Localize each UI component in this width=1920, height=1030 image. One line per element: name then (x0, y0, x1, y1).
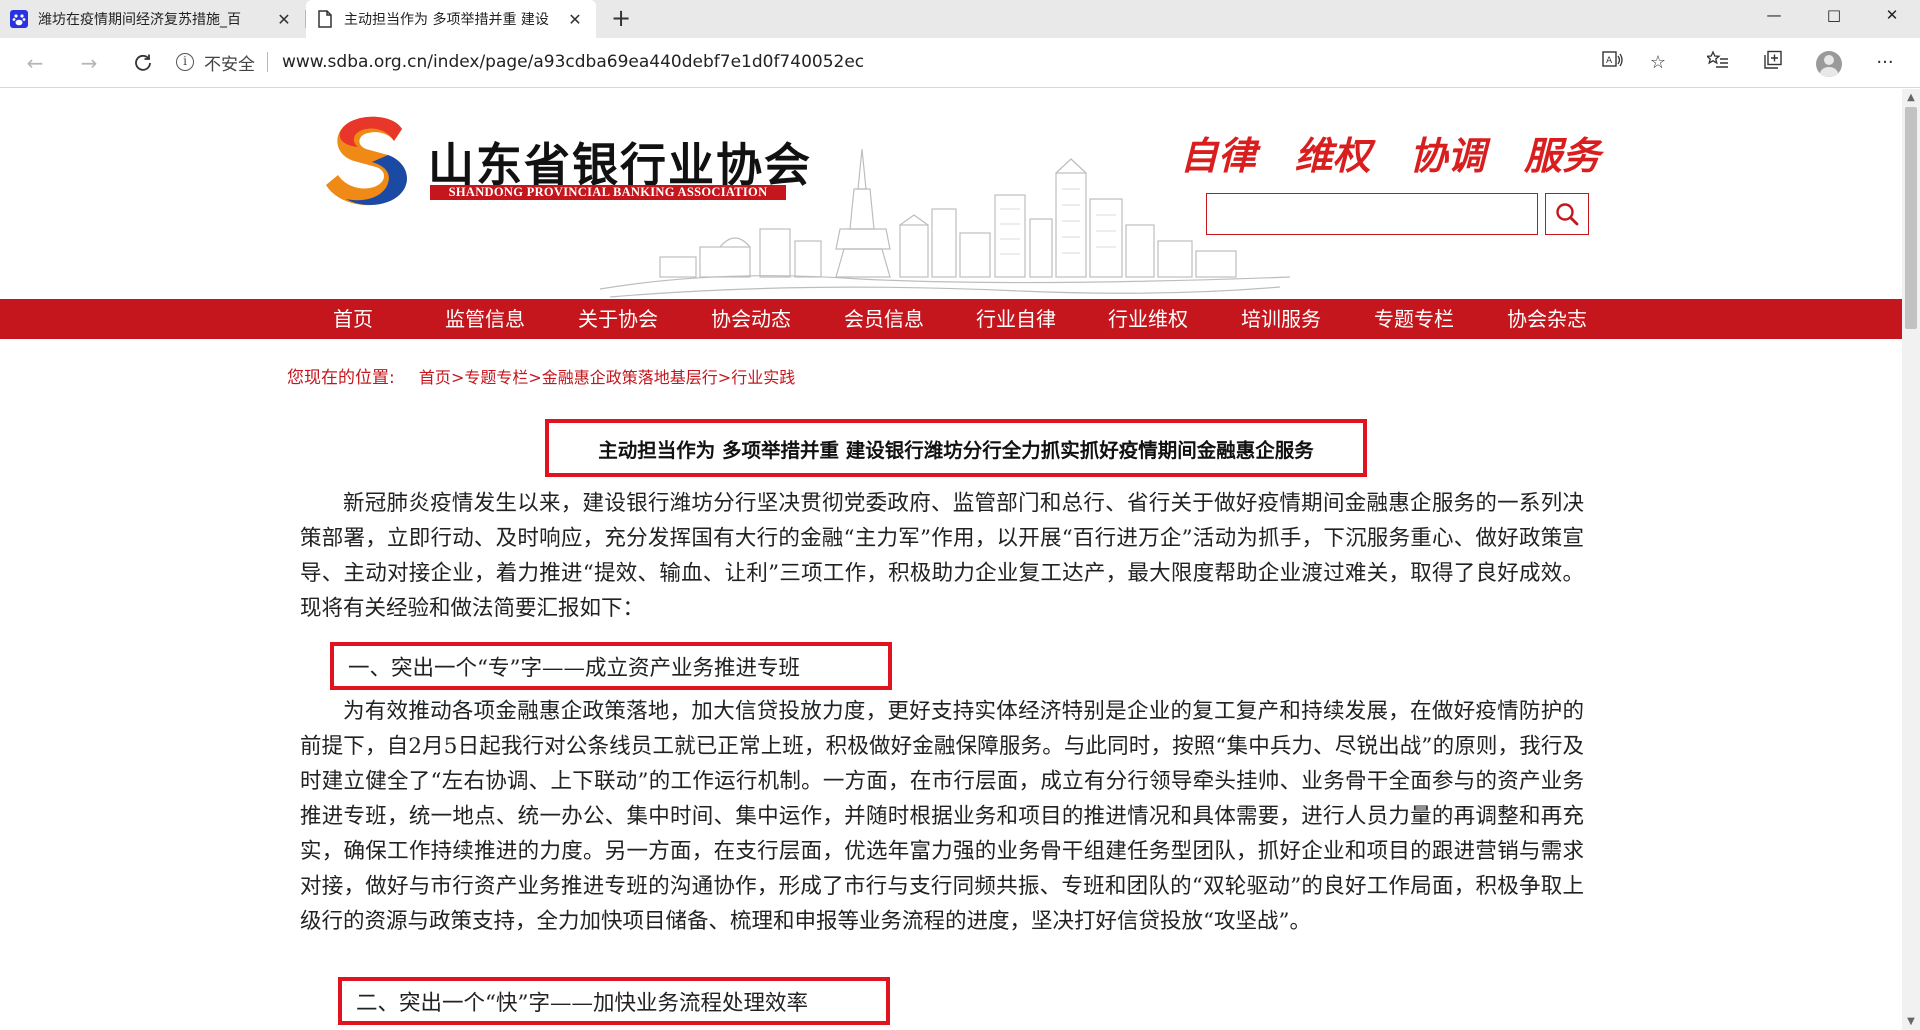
favorites-list-icon[interactable] (1705, 50, 1731, 76)
article-paragraph: 为有效推动各项金融惠企政策落地，加大信贷投放力度，更好支持实体经济特别是企业的复… (300, 699, 1584, 934)
refresh-icon[interactable] (126, 46, 160, 80)
nav-item-home[interactable]: 首页 (312, 299, 394, 339)
section-heading: 一、突出一个“专”字——成立资产业务推进专班 (330, 642, 892, 690)
slogan-word: 自律 (1180, 133, 1257, 178)
minimize-button[interactable]: — (1746, 0, 1802, 30)
read-aloud-icon[interactable]: A (1600, 50, 1626, 76)
breadcrumb: 您现在的位置: 首页>专题专栏>金融惠企政策落地基层行>行业实践 (287, 363, 795, 388)
search-icon (1556, 203, 1579, 226)
info-icon[interactable]: i (176, 53, 194, 71)
vertical-scrollbar[interactable]: ▲ ▼ (1902, 89, 1920, 1030)
breadcrumb-lead: 您现在的位置: (287, 368, 395, 388)
section-heading: 二、突出一个“快”字——加快业务流程处理效率 (338, 977, 890, 1025)
web-page: 山东省银行业协会 SHANDONG PROVINCIAL BANKING ASS… (0, 89, 1902, 1030)
association-logo[interactable] (324, 111, 414, 211)
tab-close-icon[interactable]: ✕ (564, 10, 586, 29)
breadcrumb-separator: > (717, 368, 732, 387)
breadcrumb-link-policy[interactable]: 金融惠企政策落地基层行 (542, 368, 718, 387)
divider (267, 52, 268, 72)
close-window-button[interactable]: ✕ (1864, 0, 1920, 30)
scroll-thumb[interactable] (1905, 107, 1917, 329)
maximize-button[interactable]: □ (1806, 0, 1862, 30)
address-bar: ← → i 不安全 www.sdba.org.cn/index/page/a93… (0, 38, 1920, 88)
forward-arrow-icon[interactable]: → (72, 46, 106, 80)
tab-strip: 潍坊在疫情期间经济复苏措施_百 ✕ 主动担当作为 多项举措并重 建设 ✕ + —… (0, 0, 1920, 38)
slogan: 自律 维权 协调 服务 (1180, 125, 1600, 180)
url-field[interactable]: i 不安全 www.sdba.org.cn/index/page/a93cdba… (176, 44, 1660, 80)
nav-item-magazine[interactable]: 协会杂志 (1497, 299, 1597, 339)
collections-icon[interactable] (1760, 50, 1786, 76)
tab-article[interactable]: 主动担当作为 多项举措并重 建设 ✕ (306, 0, 596, 38)
new-tab-button[interactable]: + (606, 4, 636, 34)
article-paragraph: 新冠肺炎疫情发生以来，建设银行潍坊分行坚决贯彻党委政府、监管部门和总行、省行关于… (300, 491, 1584, 621)
favorite-star-icon[interactable]: ☆ (1645, 50, 1671, 76)
nav-item-members[interactable]: 会员信息 (834, 299, 934, 339)
breadcrumb-link-topics[interactable]: 专题专栏 (464, 368, 528, 387)
nav-item-about[interactable]: 关于协会 (568, 299, 668, 339)
slogan-word: 维权 (1294, 133, 1371, 178)
profile-avatar[interactable] (1816, 51, 1842, 77)
site-search-input[interactable] (1206, 193, 1538, 235)
security-label[interactable]: 不安全 (204, 50, 255, 75)
breadcrumb-link-practice[interactable]: 行业实践 (731, 368, 795, 387)
main-navigation: 首页 监管信息 关于协会 协会动态 会员信息 行业自律 行业维权 培训服务 专题… (0, 299, 1902, 339)
scroll-up-arrow-icon[interactable]: ▲ (1902, 89, 1920, 106)
back-arrow-icon[interactable]: ← (18, 46, 52, 80)
nav-item-news[interactable]: 协会动态 (701, 299, 801, 339)
search-button[interactable] (1545, 193, 1589, 235)
nav-item-rights[interactable]: 行业维权 (1098, 299, 1198, 339)
tab-close-icon[interactable]: ✕ (273, 10, 295, 29)
svg-text:A: A (1606, 56, 1613, 66)
url-text[interactable]: www.sdba.org.cn/index/page/a93cdba69ea44… (282, 52, 864, 72)
tab-baidu[interactable]: 潍坊在疫情期间经济复苏措施_百 ✕ (0, 0, 305, 38)
more-menu-icon[interactable]: ··· (1872, 50, 1898, 76)
breadcrumb-link-home[interactable]: 首页 (419, 368, 451, 387)
slogan-word: 协调 (1409, 133, 1486, 178)
nav-item-regulation[interactable]: 监管信息 (435, 299, 535, 339)
slogan-word: 服务 (1523, 133, 1600, 178)
article-title: 主动担当作为 多项举措并重 建设银行潍坊分行全力抓实抓好疫情期间金融惠企服务 (545, 419, 1367, 477)
tab-title: 潍坊在疫情期间经济复苏措施_百 (38, 12, 241, 28)
page-icon (316, 10, 334, 28)
breadcrumb-separator: > (450, 368, 465, 387)
nav-item-self-discipline[interactable]: 行业自律 (966, 299, 1066, 339)
baidu-paw-icon (10, 10, 28, 28)
nav-item-training[interactable]: 培训服务 (1231, 299, 1331, 339)
scroll-down-arrow-icon[interactable]: ▼ (1902, 1013, 1920, 1030)
nav-item-topics[interactable]: 专题专栏 (1364, 299, 1464, 339)
breadcrumb-separator: > (528, 368, 542, 387)
tab-title: 主动担当作为 多项举措并重 建设 (344, 12, 549, 28)
